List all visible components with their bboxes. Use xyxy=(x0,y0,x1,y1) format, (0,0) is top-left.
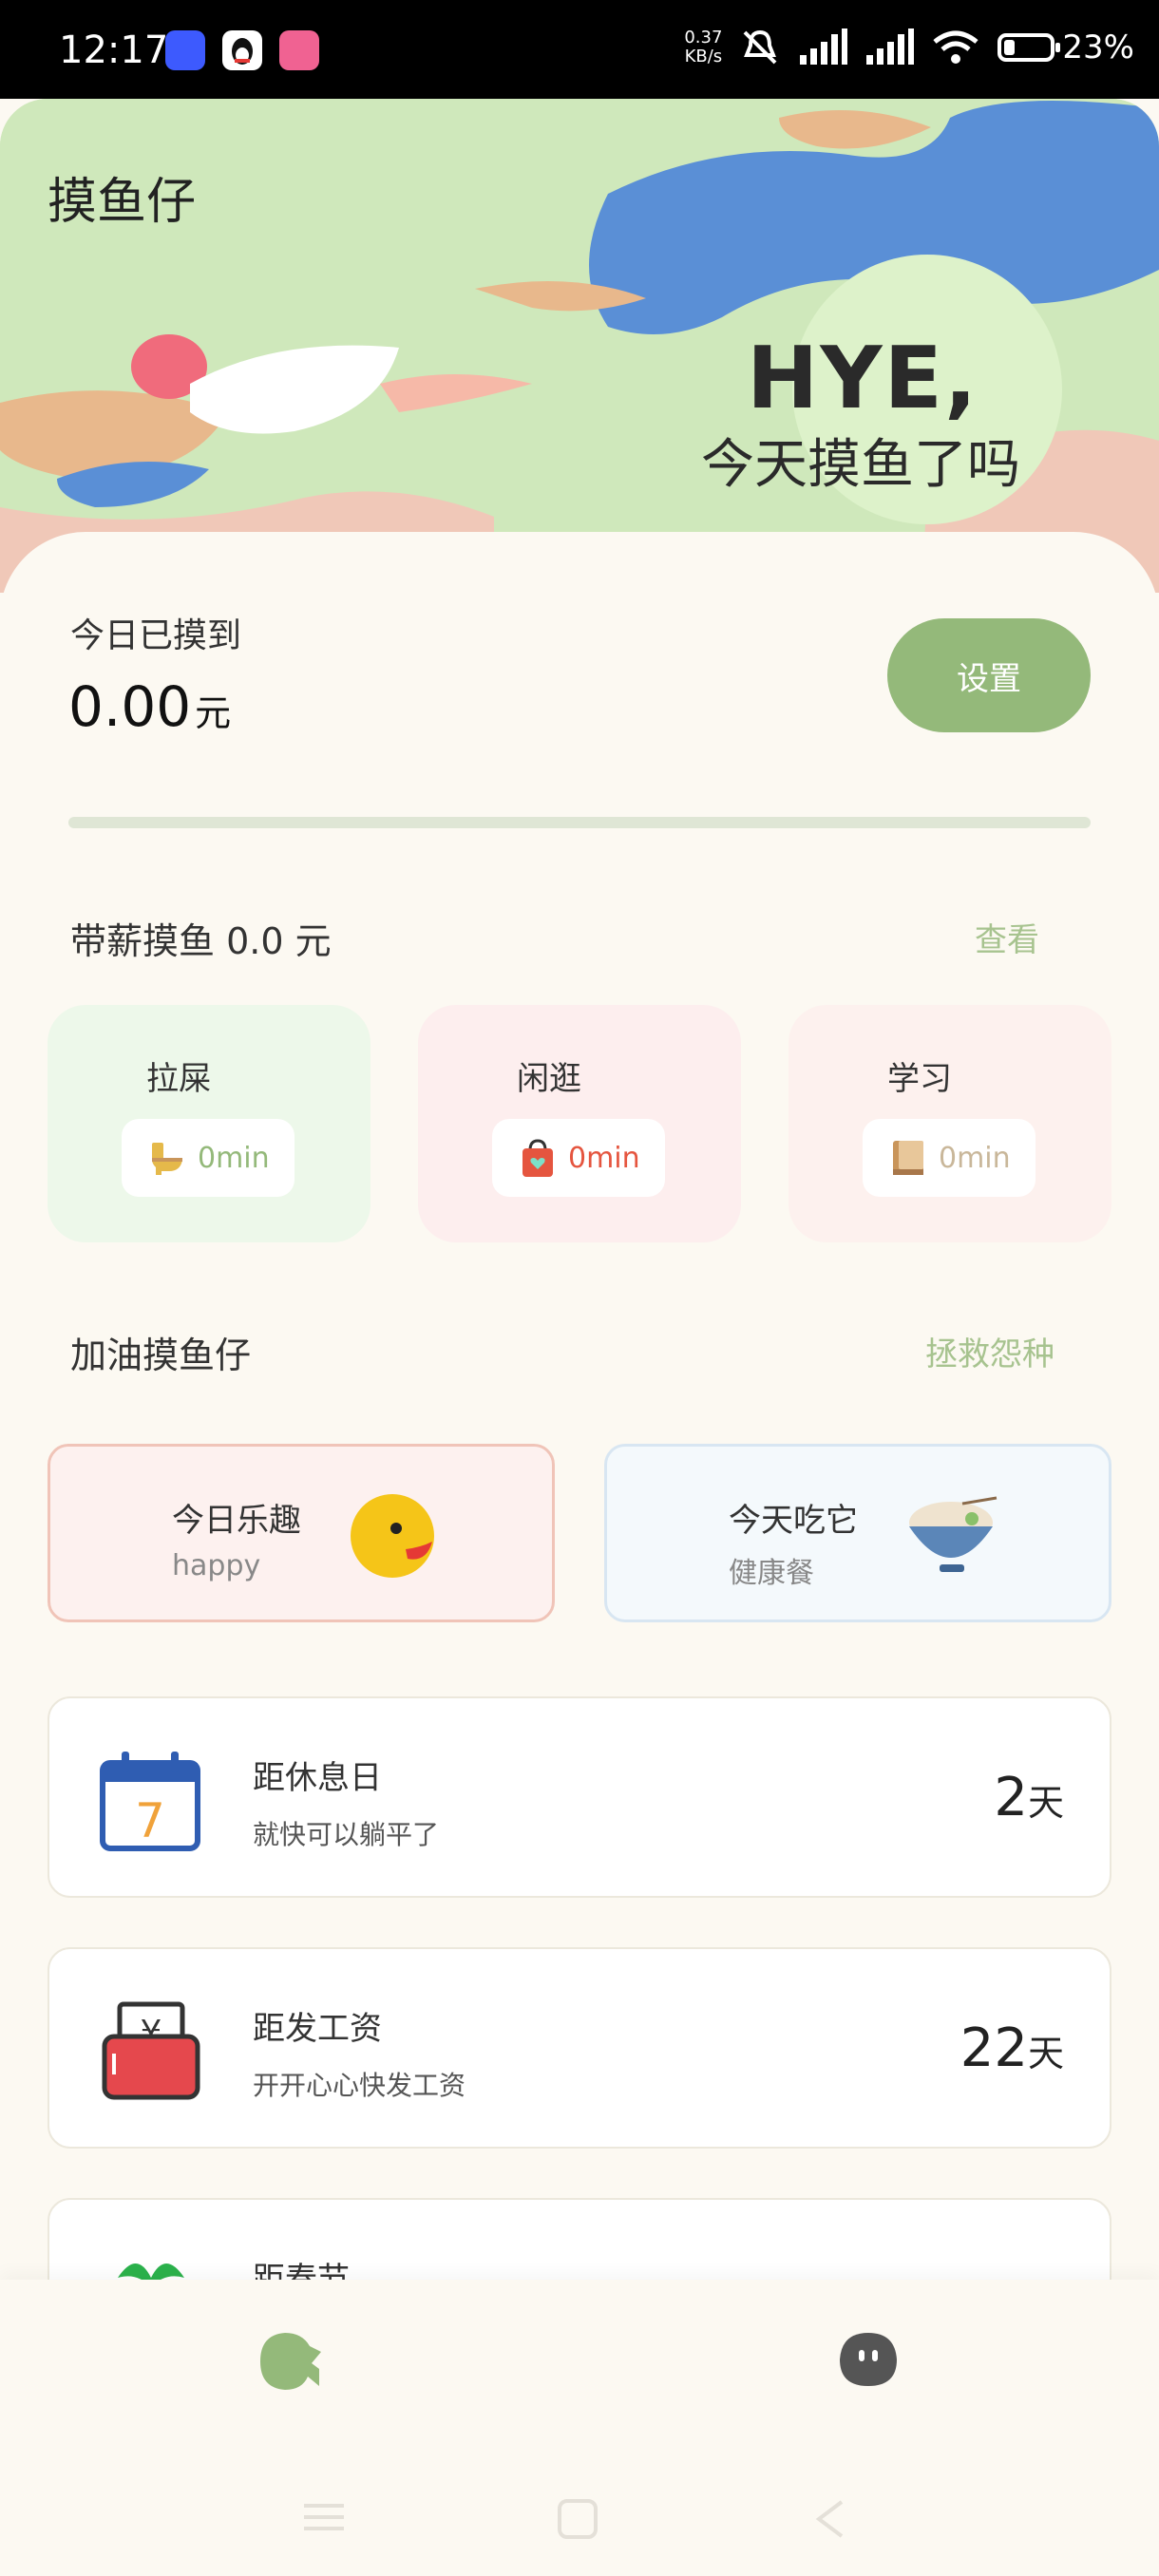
earnings-progress-bar xyxy=(68,817,1091,828)
countdown-title: 距发工资 xyxy=(253,2010,382,2048)
net-speed: 0.37 KB/s xyxy=(684,28,722,66)
activity-time-pill: 0min xyxy=(863,1119,1036,1197)
mute-icon xyxy=(744,29,777,65)
countdown-title: 距休息日 xyxy=(253,1759,382,1797)
countdown-card-payday[interactable]: ¥ 距发工资 开开心心快发工资 22天 xyxy=(48,1947,1112,2149)
hero-greeting: HYE, xyxy=(747,329,979,428)
countdown-card-weekend[interactable]: 7 距休息日 就快可以躺平了 2天 xyxy=(48,1696,1112,1898)
bilibili-icon xyxy=(279,30,319,70)
earned-value: 0.00 xyxy=(68,674,192,739)
calendar-icon: 7 xyxy=(100,1752,200,1851)
battery-percent: 23% xyxy=(1062,28,1134,66)
status-time: 12:17 xyxy=(59,28,169,72)
nav-home-fish-icon[interactable] xyxy=(256,2327,325,2396)
battery-icon xyxy=(998,33,1061,62)
noodle-bowl-icon xyxy=(909,1496,998,1572)
wifi-icon xyxy=(933,30,979,64)
app-title: 摸鱼仔 xyxy=(48,174,197,231)
net-speed-unit: KB/s xyxy=(684,47,723,66)
nav-profile-face-icon[interactable] xyxy=(836,2329,901,2390)
wallet-icon: ¥ xyxy=(102,2001,200,2100)
earned-label: 今日已摸到 xyxy=(70,616,242,655)
view-link[interactable]: 查看 xyxy=(975,914,1039,960)
activity-time: 0min xyxy=(198,1141,270,1175)
paid-slacking-title: 带薪摸鱼 0.0 元 xyxy=(70,920,332,962)
status-bar: 12:17 0.37 KB/s 23% xyxy=(0,0,1159,99)
earned-unit: 元 xyxy=(195,692,232,734)
earned-amount: 0.00 元 xyxy=(68,674,231,739)
activity-time: 0min xyxy=(939,1141,1011,1175)
fun-card-happy[interactable]: 今日乐趣 happy xyxy=(48,1444,555,1622)
activity-tile-study[interactable]: 学习 0min xyxy=(788,1005,1112,1242)
countdown-subtitle: 就快可以躺平了 xyxy=(253,1819,440,1850)
activity-time-pill: 0min xyxy=(492,1119,665,1197)
cheer-title: 加油摸鱼仔 xyxy=(70,1335,252,1376)
settings-button[interactable]: 设置 xyxy=(887,618,1091,732)
countdown-unit: 天 xyxy=(1027,1782,1064,1824)
activity-time-pill: 0min xyxy=(122,1119,294,1197)
fun-card-title: 今日乐趣 xyxy=(172,1502,301,1540)
signal-icon xyxy=(800,28,848,65)
countdown-subtitle: 开开心心快发工资 xyxy=(253,2070,466,2101)
shopping-bag-icon xyxy=(522,1139,553,1177)
fun-card-subtitle: happy xyxy=(172,1549,261,1582)
system-back-icon[interactable] xyxy=(813,2498,846,2540)
fun-card-title: 今天吃它 xyxy=(729,1502,858,1540)
activity-label: 拉屎 xyxy=(146,1060,211,1098)
main-sheet: 今日已摸到 0.00 元 设置 带薪摸鱼 0.0 元 查看 拉屎 0min 闲逛 … xyxy=(0,532,1159,2399)
countdown-days: 22天 xyxy=(960,2017,1064,2079)
smiley-icon xyxy=(351,1494,434,1578)
book-icon xyxy=(893,1141,923,1175)
notification-icons xyxy=(165,30,319,70)
activity-tile-toilet[interactable]: 拉屎 0min xyxy=(48,1005,370,1242)
toilet-icon xyxy=(152,1143,182,1175)
svg-text:7: 7 xyxy=(135,1793,165,1848)
countdown-number: 22 xyxy=(960,2017,1028,2079)
activity-label: 闲逛 xyxy=(517,1060,581,1098)
hero-banner: 摸鱼仔 HYE, 今天摸鱼了吗 xyxy=(0,99,1159,593)
activity-time: 0min xyxy=(568,1141,640,1175)
hero-subtitle: 今天摸鱼了吗 xyxy=(701,434,1020,496)
fun-card-meal[interactable]: 今天吃它 健康餐 xyxy=(604,1444,1112,1622)
countdown-days: 2天 xyxy=(994,1767,1064,1828)
bottom-navigation xyxy=(0,2280,1159,2576)
countdown-number: 2 xyxy=(994,1767,1028,1828)
countdown-unit: 天 xyxy=(1027,2033,1064,2074)
qq-icon xyxy=(222,30,262,70)
activity-label: 学习 xyxy=(887,1060,952,1098)
activity-tile-browse[interactable]: 闲逛 0min xyxy=(418,1005,741,1242)
signal-hd-icon xyxy=(866,28,915,65)
system-home-icon[interactable] xyxy=(557,2498,598,2540)
rescue-link[interactable]: 拯救怨种 xyxy=(925,1328,1054,1374)
app-notification-icon xyxy=(165,30,205,70)
system-menu-icon[interactable] xyxy=(302,2498,346,2536)
net-speed-value: 0.37 xyxy=(684,28,723,47)
fun-card-subtitle: 健康餐 xyxy=(729,1557,814,1590)
